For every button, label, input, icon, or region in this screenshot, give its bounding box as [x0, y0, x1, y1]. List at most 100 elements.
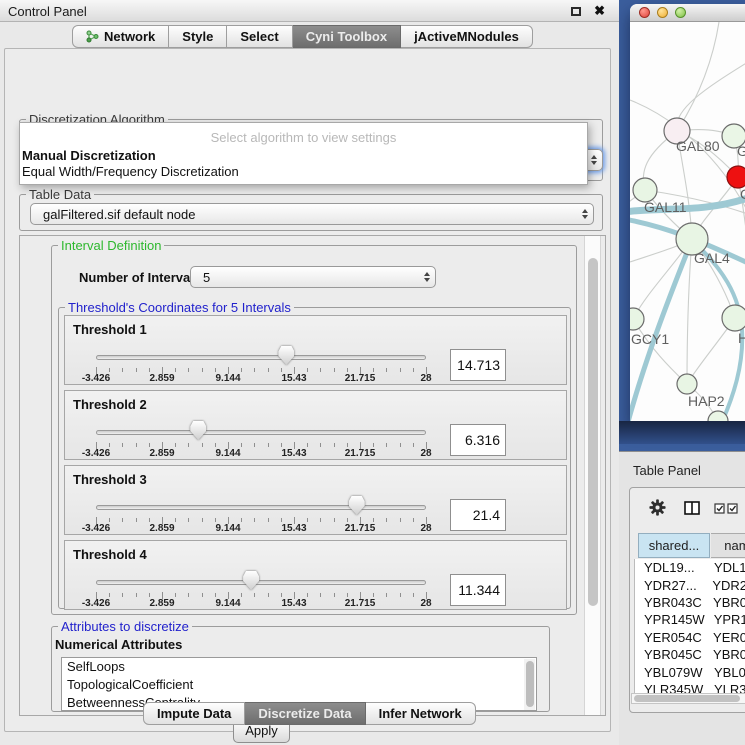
table-row[interactable]: YDL19...YDL1 [635, 559, 745, 576]
threshold-value-field[interactable]: 14.713 [450, 349, 506, 381]
tab-select[interactable]: Select [227, 25, 292, 48]
settings-vertical-scrollbar[interactable] [584, 236, 601, 715]
slider-tick [202, 518, 203, 522]
number-of-intervals-combobox[interactable]: 5 [190, 266, 436, 288]
table-cell: YBL079W [635, 665, 705, 680]
slider-tick-label: 2.859 [137, 598, 187, 609]
threshold-value-field[interactable]: 11.344 [450, 574, 506, 606]
slider-tick [281, 443, 282, 447]
network-desktop: GAL80GACGAL11GAL4GCY1HHAP2 Table Panel [619, 0, 745, 745]
node-label-gcy1: GCY1 [631, 331, 669, 347]
threshold-slider-track[interactable] [96, 355, 426, 360]
slider-tick-label: 21.715 [335, 373, 385, 384]
tab-style[interactable]: Style [169, 25, 227, 48]
screen: Control Panel ✖ NetworkStyleSelectCyni T… [0, 0, 745, 745]
algorithm-popup-hint: Select algorithm to view settings [20, 130, 587, 145]
table-horizontal-scrollbar[interactable] [631, 693, 745, 704]
gear-icon[interactable] [649, 499, 666, 516]
slider-tick [215, 368, 216, 372]
algorithm-option-equal-width-frequency-discretization[interactable]: Equal Width/Frequency Discretization [20, 164, 587, 180]
network-canvas[interactable]: GAL80GACGAL11GAL4GCY1HHAP2 [630, 22, 745, 421]
node-label-gal11: GAL11 [644, 199, 687, 215]
table-row[interactable]: YBR043CYBR0 [635, 594, 745, 611]
slider-tick [400, 368, 401, 372]
threshold-slider-track[interactable] [96, 505, 426, 510]
tab-label: Impute Data [157, 706, 231, 721]
checkbox-icon[interactable] [714, 503, 725, 514]
close-icon[interactable]: ✖ [594, 3, 605, 19]
close-traffic-light-icon[interactable] [639, 7, 650, 18]
slider-tick [400, 518, 401, 522]
attribute-item-topologicalcoefficient[interactable]: TopologicalCoefficient [62, 676, 536, 694]
slider-tick [373, 518, 374, 522]
attributes-list-scrollbar[interactable] [524, 659, 535, 711]
float-window-icon[interactable] [571, 7, 581, 16]
slider-tick [149, 368, 150, 372]
slider-tick [109, 443, 110, 447]
tab-label: Style [182, 29, 213, 44]
threshold-slider-track[interactable] [96, 580, 426, 585]
combo-stepper-icon[interactable] [591, 150, 597, 170]
table-cell: YLR3 [705, 682, 745, 693]
slider-thumb[interactable] [278, 346, 294, 365]
slider-tick-label: 15.43 [269, 523, 319, 534]
table-data-combobox[interactable]: galFiltered.sif default node [30, 203, 594, 225]
threshold-label: Threshold 4 [73, 547, 147, 562]
slider-tick-label: 9.144 [203, 448, 253, 459]
zoom-traffic-light-icon[interactable] [675, 7, 686, 18]
attribute-item-selfloops[interactable]: SelfLoops [62, 658, 536, 676]
slider-tick [386, 443, 387, 447]
combo-stepper-icon[interactable] [424, 267, 430, 287]
slider-thumb[interactable] [349, 496, 365, 515]
scrollbar-thumb[interactable] [588, 258, 598, 606]
table-row[interactable]: YER054CYER0 [635, 629, 745, 646]
tab-discretize-data[interactable]: Discretize Data [245, 702, 365, 725]
table-column-header-shared-name[interactable]: shared... [638, 533, 710, 558]
slider-tick-label: 21.715 [335, 598, 385, 609]
network-node-c[interactable] [727, 166, 745, 188]
table-row[interactable]: YBR045CYBR0 [635, 646, 745, 663]
threshold-value-field[interactable]: 6.316 [450, 424, 506, 456]
split-columns-icon[interactable] [684, 501, 700, 515]
table-cell: YER0 [704, 630, 745, 645]
slider-thumb[interactable] [243, 571, 259, 590]
table-row[interactable]: YPR145WYPR1 [635, 611, 745, 628]
table-row[interactable]: YBL079WYBL0 [635, 663, 745, 680]
slider-tick [202, 593, 203, 597]
attributes-group: Attributes to discretize Numerical Attri… [51, 626, 550, 712]
checkbox-icon[interactable] [727, 503, 738, 514]
tab-infer-network[interactable]: Infer Network [366, 702, 476, 725]
threshold-value-field[interactable]: 21.4 [450, 499, 506, 531]
minimize-traffic-light-icon[interactable] [657, 7, 668, 18]
tab-cyni-toolbox[interactable]: Cyni Toolbox [293, 25, 401, 48]
numerical-attributes-heading: Numerical Attributes [55, 637, 182, 652]
network-node-gcy1[interactable] [630, 308, 644, 330]
interval-definition-title: Interval Definition [58, 238, 164, 253]
combo-stepper-icon[interactable] [582, 204, 588, 224]
tab-network[interactable]: Network [72, 25, 169, 48]
table-cell: YLR345W [635, 682, 705, 693]
slider-tick [268, 518, 269, 522]
slider-tick [254, 593, 255, 597]
slider-tick-label: 28 [401, 598, 451, 609]
algorithm-option-manual-discretization[interactable]: Manual Discretization [20, 148, 587, 164]
slider-tick [347, 518, 348, 522]
slider-tick [188, 518, 189, 522]
node-table-rows[interactable]: YDL19...YDL1YDR27...YDR2YBR043CYBR0YPR14… [634, 559, 745, 693]
table-column-header-name[interactable]: name [711, 533, 745, 558]
table-row[interactable]: YLR345WYLR3 [635, 681, 745, 693]
tab-jactivemnodules[interactable]: jActiveMNodules [401, 25, 533, 48]
table-row[interactable]: YDR27...YDR2 [635, 576, 745, 593]
slider-tick [281, 368, 282, 372]
network-node-hap2[interactable] [677, 374, 697, 394]
tab-impute-data[interactable]: Impute Data [143, 702, 245, 725]
slider-tick-label: 2.859 [137, 373, 187, 384]
slider-thumb[interactable] [190, 421, 206, 440]
slider-tick [400, 443, 401, 447]
table-data-title: Table Data [26, 187, 94, 202]
threshold-slider-track[interactable] [96, 430, 426, 435]
network-node-h[interactable] [722, 305, 745, 331]
network-view-window[interactable]: GAL80GACGAL11GAL4GCY1HHAP2 [630, 4, 745, 421]
slider-tick [320, 593, 321, 597]
slider-tick [386, 518, 387, 522]
